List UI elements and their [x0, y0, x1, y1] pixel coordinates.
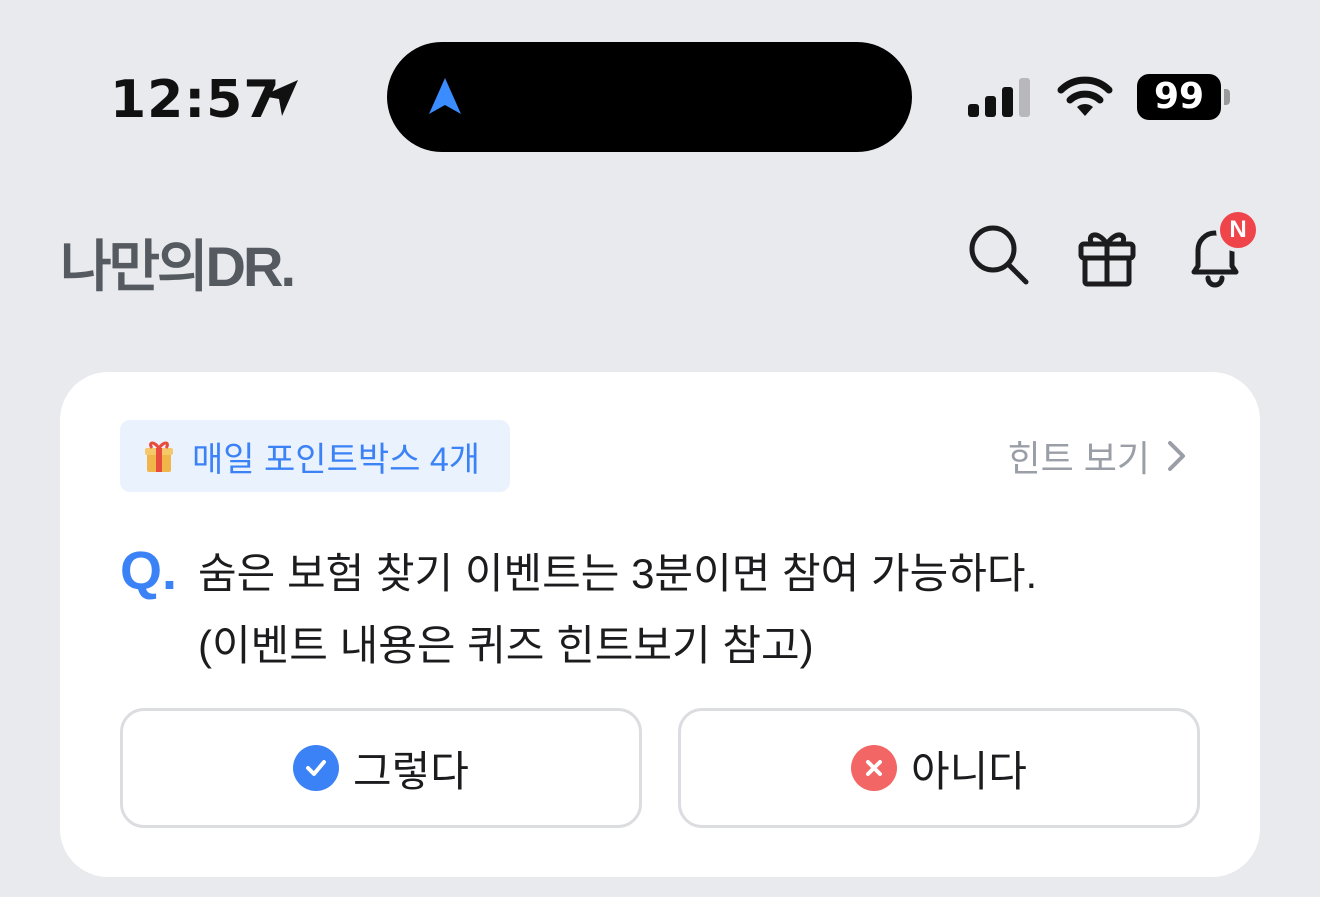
- notification-badge: N: [1216, 208, 1260, 252]
- hint-label: 힌트 보기: [1007, 438, 1150, 479]
- search-icon[interactable]: [966, 222, 1032, 288]
- question-line-2: (이벤트 내용은 퀴즈 힌트보기 참고): [198, 622, 814, 669]
- status-time: 12:57: [110, 70, 281, 130]
- answer-yes-label: 그렇다: [353, 747, 469, 795]
- check-circle-icon: [293, 745, 340, 791]
- quiz-card: 매일 포인트박스 4개 힌트 보기 Q. 숨은 보험 찾기 이벤트는 3분이면 …: [60, 372, 1260, 877]
- reward-pill: 매일 포인트박스 4개: [120, 420, 511, 492]
- chevron-right-icon: [1168, 441, 1185, 471]
- location-arrow-icon: [262, 80, 298, 116]
- app-screen: 12:57 99 나만의DR. N 매일 포인트박스 4개 힌트 보기 Q. 숨…: [0, 0, 1320, 897]
- wifi-icon: [1057, 76, 1113, 116]
- battery-cap: [1224, 89, 1230, 105]
- x-circle-icon: [851, 745, 898, 791]
- app-logo[interactable]: 나만의DR.: [60, 222, 296, 303]
- reward-pill-label: 매일 포인트박스 4개: [192, 440, 481, 479]
- answer-no-label: 아니다: [911, 747, 1027, 795]
- battery-icon: 99: [1137, 74, 1221, 120]
- gift-emoji-icon: [145, 441, 173, 472]
- question-text: 숨은 보험 찾기 이벤트는 3분이면 참여 가능하다. (이벤트 내용은 퀴즈 …: [198, 538, 1198, 682]
- gift-icon[interactable]: [1074, 222, 1140, 288]
- dynamic-island: [387, 42, 912, 152]
- answer-yes-button[interactable]: 그렇다: [120, 708, 642, 828]
- navigation-icon: [429, 78, 461, 114]
- answer-no-button[interactable]: 아니다: [678, 708, 1200, 828]
- question-line-1: 숨은 보험 찾기 이벤트는 3분이면 참여 가능하다.: [198, 550, 1038, 597]
- signal-icon: [968, 78, 1030, 117]
- question-prefix: Q.: [120, 541, 178, 601]
- hint-link[interactable]: 힌트 보기: [1008, 430, 1188, 482]
